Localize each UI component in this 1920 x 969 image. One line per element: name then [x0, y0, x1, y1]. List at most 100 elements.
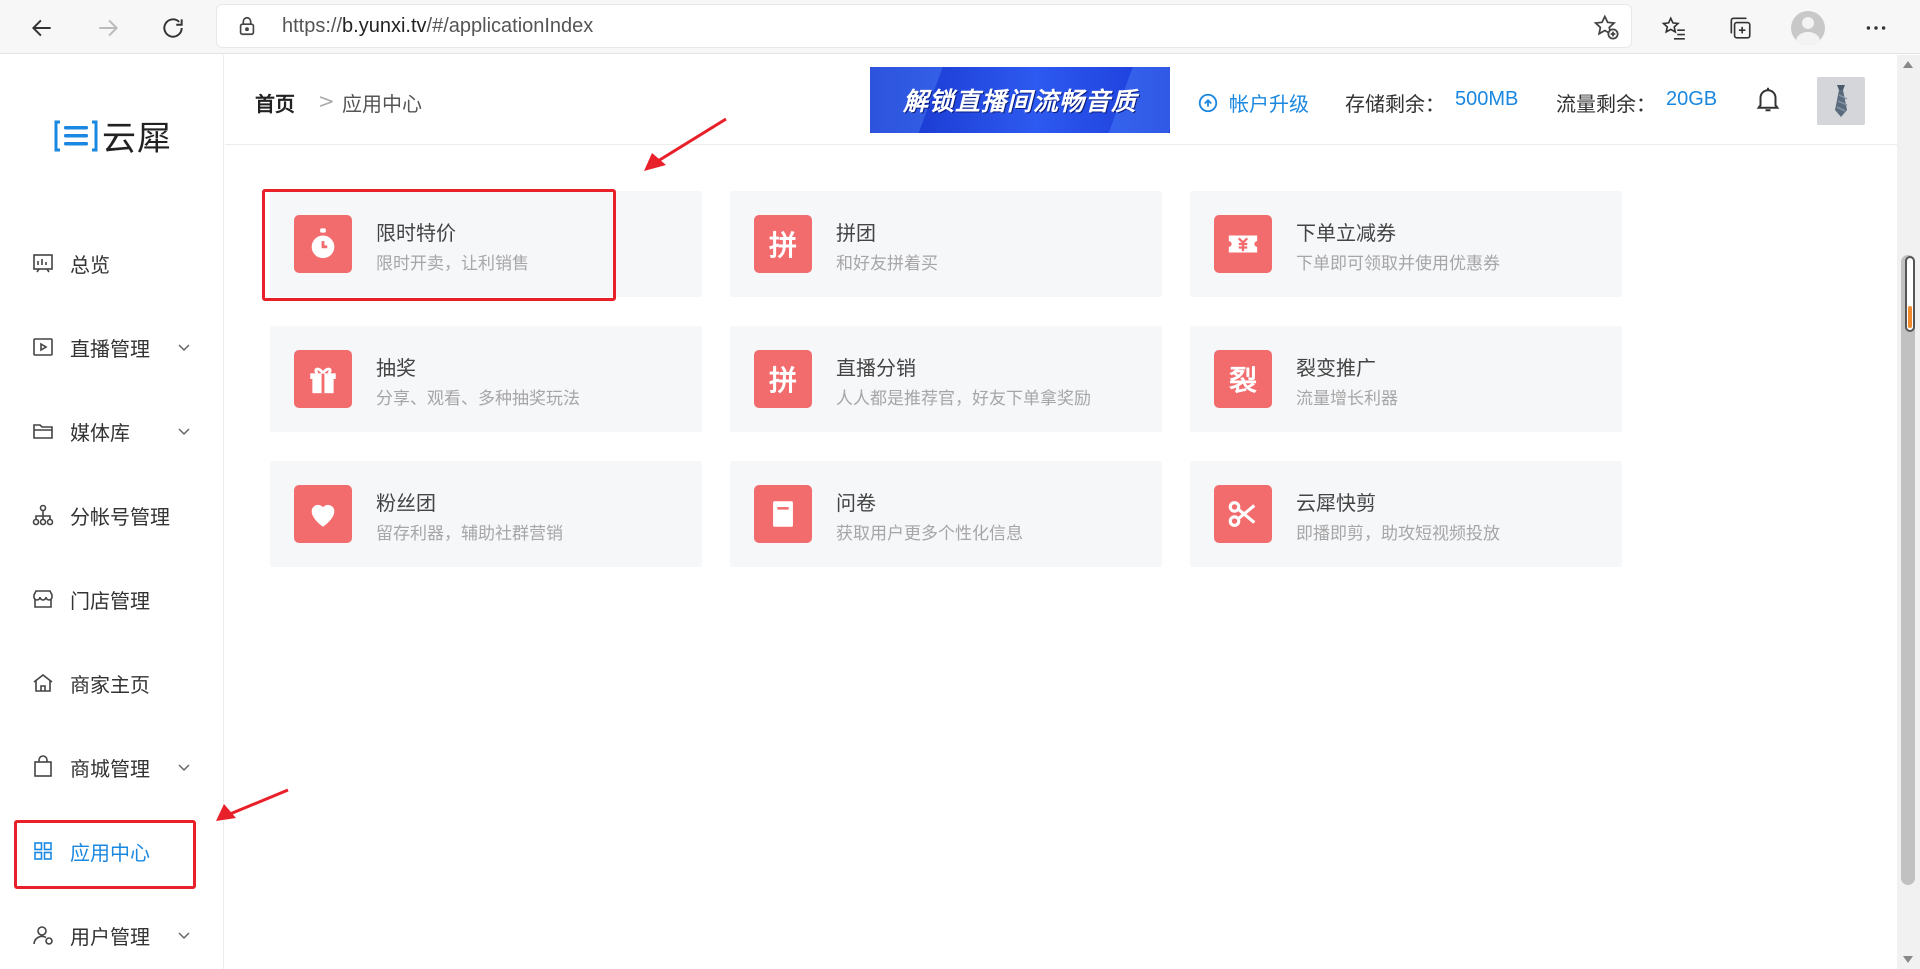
- app-card-title: 粉丝团: [376, 491, 436, 515]
- folder-icon: [30, 418, 56, 444]
- url-prefix: https://: [282, 15, 343, 37]
- collections-button[interactable]: [1720, 8, 1760, 48]
- app-card-title: 下单立减券: [1296, 221, 1396, 245]
- account-upgrade-link[interactable]: 帐户升级: [1197, 88, 1309, 117]
- app-card-lottery[interactable]: 抽奖 分享、观看、多种抽奖玩法: [270, 326, 702, 432]
- store-icon: [30, 586, 56, 612]
- page-scrollbar[interactable]: [1897, 55, 1920, 969]
- forward-arrow-icon: [99, 19, 119, 37]
- app-card-title: 问卷: [836, 491, 876, 515]
- play-icon: [30, 334, 56, 360]
- app-card-desc: 下单即可领取并使用优惠券: [1296, 254, 1500, 274]
- breadcrumb-separator: >: [318, 89, 335, 113]
- more-menu-button[interactable]: [1856, 8, 1896, 48]
- page-header: 首页 > 应用中心 解锁直播间流畅音质 帐户升级 存储剩余： 500MB 流量剩…: [225, 55, 1897, 145]
- browser-toolbar: https://b.yunxi.tv/#/applicationIndex: [0, 0, 1920, 54]
- gift-icon: [294, 350, 352, 408]
- promo-banner[interactable]: 解锁直播间流畅音质: [870, 67, 1170, 133]
- app-card-desc: 获取用户更多个性化信息: [836, 524, 1023, 544]
- sidebar-item-label: 分帐号管理: [70, 504, 170, 529]
- storage-label: 存储剩余：: [1345, 92, 1445, 116]
- app-card-desc: 和好友拼着买: [836, 254, 938, 274]
- more-dots-icon: [1866, 26, 1886, 30]
- back-button[interactable]: [22, 8, 62, 48]
- traffic-label: 流量剩余：: [1556, 92, 1656, 116]
- app-card-desc: 留存利器，辅助社群营销: [376, 524, 563, 544]
- bag-icon: [30, 754, 56, 780]
- app-card-quick-clip[interactable]: 云犀快剪 即播即剪，助攻短视频投放: [1190, 461, 1622, 567]
- app-card-survey[interactable]: 问卷 获取用户更多个性化信息: [730, 461, 1162, 567]
- url-text[interactable]: https://b.yunxi.tv/#/applicationIndex: [282, 15, 593, 38]
- app-card-desc: 分享、观看、多种抽奖玩法: [376, 389, 580, 409]
- address-bar[interactable]: https://b.yunxi.tv/#/applicationIndex: [216, 4, 1632, 48]
- heart-icon: [294, 485, 352, 543]
- user-avatar[interactable]: [1817, 77, 1865, 125]
- profile-button[interactable]: [1788, 8, 1828, 48]
- reload-button[interactable]: [153, 8, 193, 48]
- url-host: b.yunxi.tv: [342, 15, 427, 37]
- app-card-title: 直播分销: [836, 356, 916, 380]
- pin-icon: 拼: [754, 350, 812, 408]
- app-card-live-distribution[interactable]: 拼 直播分销 人人都是推荐官，好友下单拿奖励: [730, 326, 1162, 432]
- storage-value: 500MB: [1455, 88, 1519, 110]
- fission-icon: 裂: [1214, 350, 1272, 408]
- app-card-title: 抽奖: [376, 356, 416, 380]
- sidebar-item-merchant-home[interactable]: 商家主页: [0, 653, 224, 713]
- chevron-down-icon: [178, 932, 190, 940]
- org-icon: [30, 502, 56, 528]
- app-card-title: 云犀快剪: [1296, 491, 1376, 515]
- collections-icon: [1730, 17, 1751, 39]
- sidebar-item-label: 商家主页: [70, 672, 150, 697]
- forward-button[interactable]: [88, 8, 128, 48]
- chevron-down-icon: [178, 764, 190, 772]
- app-card-title: 拼团: [836, 221, 876, 245]
- sidebar-item-live-management[interactable]: 直播管理: [0, 317, 224, 377]
- home-icon: [30, 670, 56, 696]
- app-card-desc: 即播即剪，助攻短视频投放: [1296, 524, 1500, 544]
- scroll-indicator-icon: [1905, 256, 1915, 332]
- app-card-desc: 流量增长利器: [1296, 389, 1398, 409]
- annotation-highlight-box-app-center: [14, 820, 196, 889]
- notification-bell-icon[interactable]: [1753, 83, 1783, 115]
- back-arrow-icon: [31, 19, 51, 37]
- breadcrumb-current: 应用中心: [342, 92, 422, 116]
- favorites-list-icon: [1661, 16, 1685, 40]
- sidebar-item-label: 门店管理: [70, 588, 150, 613]
- favorites-button[interactable]: [1654, 8, 1694, 48]
- sidebar-item-sub-accounts[interactable]: 分帐号管理: [0, 485, 224, 545]
- sidebar-item-mall-management[interactable]: 商城管理: [0, 737, 224, 797]
- app-card-fission-promotion[interactable]: 裂 裂变推广 流量增长利器: [1190, 326, 1622, 432]
- annotation-highlight-box-flash-sale: [262, 189, 616, 301]
- scroll-up-arrow-icon[interactable]: [1903, 61, 1913, 68]
- sidebar-item-label: 用户管理: [70, 924, 150, 949]
- add-favorite-icon[interactable]: [1592, 13, 1620, 41]
- upgrade-arrow-icon: [1198, 93, 1218, 112]
- promo-banner-text: 解锁直播间流畅音质: [902, 87, 1137, 116]
- logo-mark-icon: [54, 120, 98, 151]
- user-icon: [30, 922, 56, 948]
- survey-icon: [754, 485, 812, 543]
- sidebar-item-label: 媒体库: [70, 420, 130, 445]
- coupon-icon: [1214, 215, 1272, 273]
- scissors-icon: [1214, 485, 1272, 543]
- chevron-down-icon: [178, 428, 190, 436]
- logo-text: 云犀: [102, 119, 172, 159]
- profile-avatar-icon: [1791, 11, 1825, 45]
- upgrade-label: 帐户升级: [1229, 92, 1309, 116]
- sidebar-item-user-management[interactable]: 用户管理: [0, 905, 224, 965]
- app-card-title: 裂变推广: [1296, 356, 1376, 380]
- sidebar-item-overview[interactable]: 总览: [0, 233, 224, 293]
- lock-icon: [239, 16, 255, 36]
- app-card-order-coupon[interactable]: 下单立减券 下单即可领取并使用优惠券: [1190, 191, 1622, 297]
- sidebar-item-label: 直播管理: [70, 336, 150, 361]
- app-card-group-buy[interactable]: 拼 拼团 和好友拼着买: [730, 191, 1162, 297]
- scroll-down-arrow-icon[interactable]: [1903, 956, 1913, 963]
- pin-icon: 拼: [754, 215, 812, 273]
- logo[interactable]: 云犀: [54, 111, 172, 160]
- app-card-desc: 人人都是推荐官，好友下单拿奖励: [836, 389, 1091, 409]
- sidebar-item-media-library[interactable]: 媒体库: [0, 401, 224, 461]
- breadcrumb-home[interactable]: 首页: [255, 88, 295, 117]
- scrollbar-thumb[interactable]: [1901, 255, 1915, 885]
- sidebar-item-stores[interactable]: 门店管理: [0, 569, 224, 629]
- app-card-fan-club[interactable]: 粉丝团 留存利器，辅助社群营销: [270, 461, 702, 567]
